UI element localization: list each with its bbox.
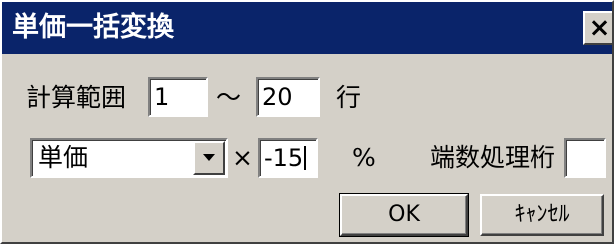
dropdown-button[interactable] [193, 141, 225, 175]
percent-value: -15 [264, 144, 304, 172]
range-separator: ～ [216, 83, 242, 112]
dialog-title: 単価一括変換 [12, 12, 174, 43]
title-bar: 単価一括変換 × [2, 2, 612, 54]
cancel-button[interactable]: ｷｬﾝｾﾙ [480, 194, 604, 236]
range-from-value: 1 [154, 83, 170, 111]
range-to-input[interactable]: 20 [256, 77, 320, 117]
range-to-value: 20 [262, 83, 293, 111]
chevron-down-icon [203, 154, 215, 161]
range-from-input[interactable]: 1 [148, 77, 208, 117]
close-icon: × [588, 13, 611, 43]
ok-button[interactable]: OK [339, 193, 469, 237]
rounding-input[interactable] [564, 138, 606, 178]
range-unit-label: 行 [336, 83, 362, 112]
percent-symbol: % [352, 143, 376, 172]
field-select-value: 単価 [38, 143, 89, 172]
close-button[interactable]: × [583, 11, 612, 45]
range-label: 計算範囲 [26, 83, 127, 112]
bulk-price-conversion-dialog: 単価一括変換 × 計算範囲 1 ～ 20 行 単価 × -15 % 端数処理桁 … [0, 0, 614, 244]
percent-input[interactable]: -15 [258, 138, 318, 178]
field-select[interactable]: 単価 [30, 138, 228, 178]
rounding-label: 端数処理桁 [430, 143, 556, 172]
text-caret [304, 146, 307, 170]
multiply-symbol: × [232, 143, 253, 172]
